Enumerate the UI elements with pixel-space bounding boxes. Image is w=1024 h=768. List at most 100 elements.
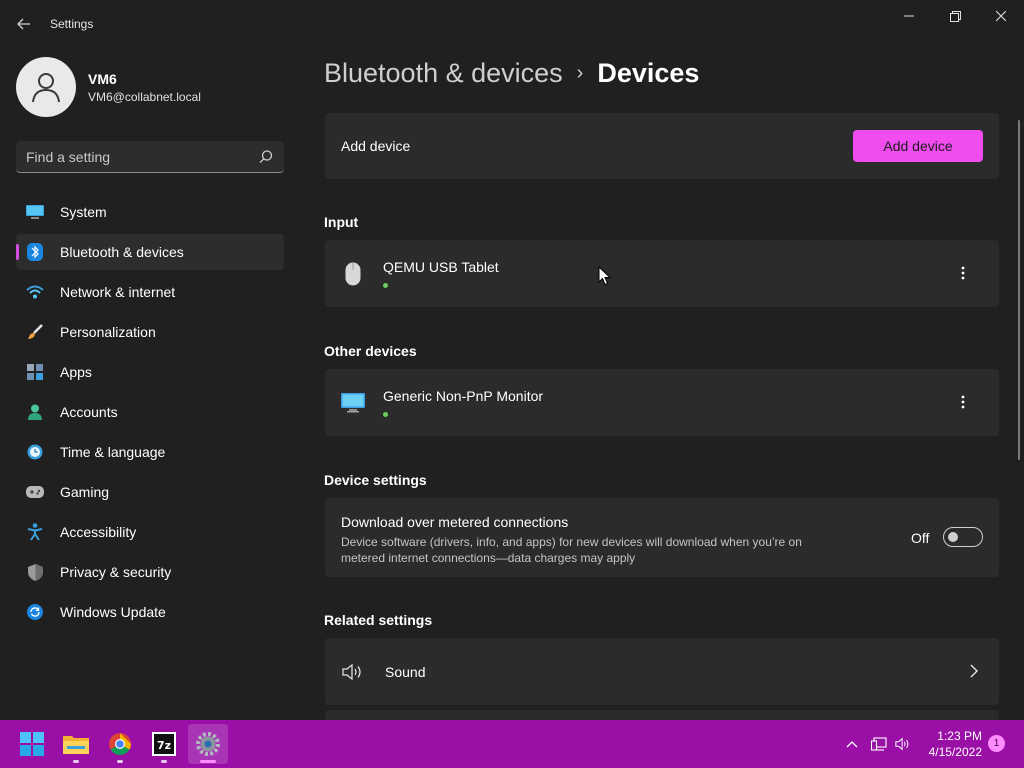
back-arrow-icon [17,18,30,30]
sidebar-item-label: Apps [60,364,92,380]
show-hidden-icons-button[interactable] [844,736,860,752]
gamepad-icon [26,483,44,501]
sidebar-item-apps[interactable]: Apps [16,354,284,390]
active-indicator [200,760,216,763]
taskbar-file-explorer[interactable] [56,724,96,764]
volume-tray-button[interactable] [895,736,911,752]
related-setting-sound[interactable]: Sound [325,638,999,705]
metered-download-toggle[interactable] [943,527,983,547]
more-vertical-icon [961,395,965,409]
minimize-button[interactable] [886,0,932,32]
taskbar-7zip[interactable]: 7z [144,724,184,764]
network-icon [871,737,887,751]
chrome-icon [109,733,131,755]
back-button[interactable] [10,10,38,38]
settings-icon [196,732,220,756]
search-icon [259,149,273,163]
taskbar-settings[interactable] [188,724,228,764]
more-options-button[interactable] [949,390,977,414]
speaker-icon [341,660,365,684]
device-card-generic-monitor[interactable]: Generic Non-PnP Monitor [325,369,999,436]
sidebar-item-label: Bluetooth & devices [60,244,184,260]
profile-name: VM6 [88,70,117,87]
notification-badge[interactable]: 1 [988,735,1005,752]
apps-icon [26,363,44,381]
accessibility-icon [26,523,44,541]
sidebar-item-windows-update[interactable]: Windows Update [16,594,284,630]
user-profile[interactable]: VM6 VM6@collabnet.local [16,57,201,117]
metered-connections-card: Download over metered connections Device… [325,498,999,577]
device-card-qemu-usb-tablet[interactable]: QEMU USB Tablet [325,240,999,307]
svg-text:7z: 7z [157,739,171,752]
monitor-icon [341,391,365,415]
taskbar-chrome[interactable] [100,724,140,764]
toggle-knob [948,532,958,542]
breadcrumb: Bluetooth & devices › Devices [324,58,699,89]
more-options-button[interactable] [949,261,977,285]
section-title-device-settings: Device settings [324,472,427,488]
restore-button[interactable] [932,0,978,32]
connected-status-dot [383,283,388,288]
clock-date: 4/15/2022 [928,745,982,759]
close-button[interactable] [978,0,1024,32]
wifi-icon [26,283,44,301]
sidebar-item-label: Privacy & security [60,564,172,580]
search-placeholder: Find a setting [26,148,111,165]
page-title: Devices [597,58,700,88]
sidebar-item-label: Accessibility [60,524,137,540]
volume-icon [895,737,909,751]
restore-icon [949,10,961,22]
sidebar-item-gaming[interactable]: Gaming [16,474,284,510]
start-icon [20,732,44,756]
sidebar-item-label: Windows Update [60,604,166,620]
breadcrumb-parent[interactable]: Bluetooth & devices [324,58,563,89]
device-name: QEMU USB Tablet [383,259,499,275]
section-title-related-settings: Related settings [324,612,433,628]
sidebar-nav: System Bluetooth & devices Network & int… [16,194,284,634]
related-setting-next-partial[interactable] [325,710,999,720]
network-tray-button[interactable] [871,736,887,752]
taskbar: 7z 1:23 PM 4/15/2022 1 [0,720,1024,768]
clock-globe-icon [26,443,44,461]
update-icon [26,603,44,621]
sidebar-item-system[interactable]: System [16,194,284,230]
bluetooth-icon [26,243,44,261]
add-device-button[interactable]: Add device [853,130,983,162]
sidebar-item-accounts[interactable]: Accounts [16,394,284,430]
sidebar-item-label: Personalization [60,324,156,340]
sidebar-item-label: System [60,204,107,220]
chevron-right-icon [970,664,978,678]
add-device-card: Add device Add device [325,113,999,179]
sidebar-item-bluetooth-devices[interactable]: Bluetooth & devices [16,234,284,270]
metered-setting-description: Device software (drivers, info, and apps… [341,535,802,565]
device-name: Generic Non-PnP Monitor [383,388,544,404]
file-explorer-icon [63,736,89,754]
section-title-input: Input [324,214,359,230]
sidebar-item-time-language[interactable]: Time & language [16,434,284,470]
chevron-up-icon [846,741,858,748]
running-indicator [161,760,167,763]
sidebar-item-accessibility[interactable]: Accessibility [16,514,284,550]
running-indicator [117,760,123,763]
add-device-label: Add device [341,138,411,154]
minimize-icon [904,15,914,17]
section-title-other-devices: Other devices [324,343,417,359]
sidebar-item-label: Network & internet [60,284,176,300]
sidebar-item-network[interactable]: Network & internet [16,274,284,310]
taskbar-clock[interactable]: 1:23 PM 4/15/2022 [918,728,982,760]
sidebar-item-privacy-security[interactable]: Privacy & security [16,554,284,590]
avatar [16,57,76,117]
sidebar-item-label: Gaming [60,484,110,500]
start-button[interactable] [12,724,52,764]
connected-status-dot [383,412,388,417]
mouse-icon [341,262,365,286]
search-input[interactable]: Find a setting [16,141,284,173]
scrollbar[interactable] [1018,120,1020,460]
close-icon [996,11,1006,21]
shield-icon [26,563,44,581]
accounts-person-icon [26,403,44,421]
sidebar-item-personalization[interactable]: Personalization [16,314,284,350]
system-icon [26,203,44,221]
sidebar-item-label: Accounts [60,404,118,420]
clock-time: 1:23 PM [937,729,982,743]
